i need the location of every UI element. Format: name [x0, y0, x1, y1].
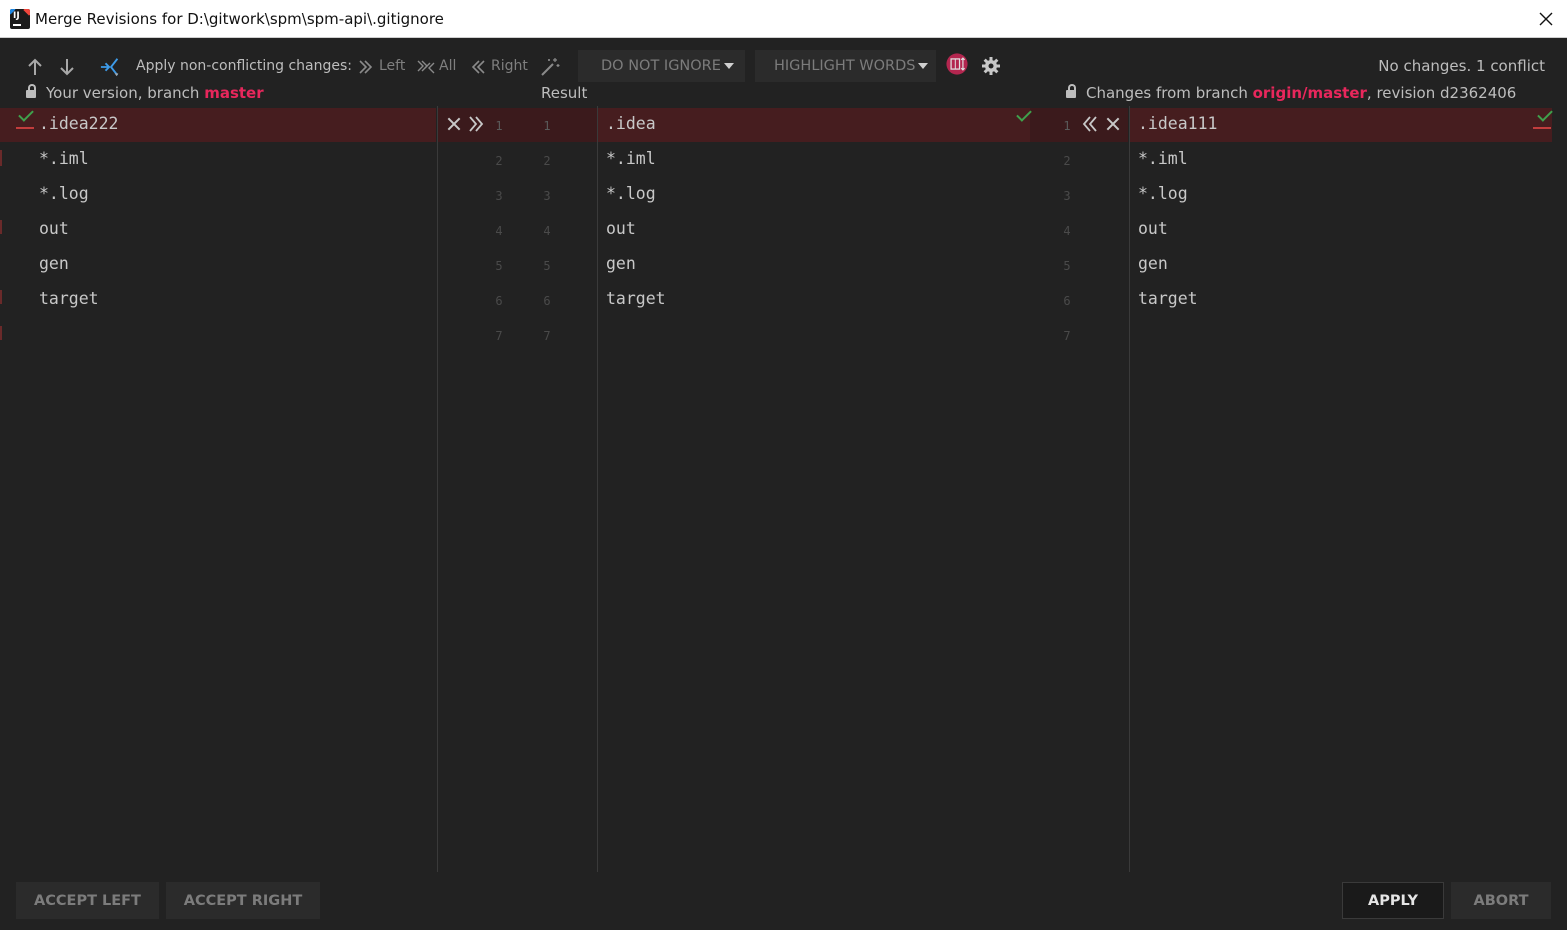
close-icon — [1539, 12, 1553, 26]
next-difference-arrow-down-icon[interactable] — [58, 56, 76, 78]
left-pane-header: Your version, branch master — [26, 84, 264, 102]
line-number: 1 — [1063, 119, 1071, 133]
apply-non-conflicting-label: Apply non-conflicting changes: — [136, 58, 353, 74]
window-title: Merge Revisions for D:\gitwork\spm\spm-a… — [35, 10, 444, 28]
code-line: *.log — [1138, 184, 1188, 203]
ignore-whitespace-dropdown[interactable]: DO NOT IGNORE — [578, 50, 745, 82]
line-number: 5 — [1063, 259, 1071, 273]
line-number: 6 — [495, 294, 503, 308]
left-branch-name: master — [204, 84, 264, 102]
right-pane-header: Changes from branch origin/master, revis… — [1066, 84, 1516, 102]
apply-button[interactable]: APPLY — [1342, 882, 1444, 919]
line-number: 4 — [495, 224, 503, 238]
line-number: 7 — [1063, 329, 1071, 343]
sync-scroll-toggle-icon[interactable] — [944, 53, 970, 75]
right-revision-text: , revision d2362406 — [1366, 84, 1517, 102]
intellij-app-icon: IJ — [10, 9, 30, 29]
result-pane-header: Result — [541, 84, 588, 102]
line-number: 1 — [543, 119, 551, 133]
line-number: 3 — [1063, 189, 1071, 203]
line-number: 4 — [543, 224, 551, 238]
line-number: 6 — [543, 294, 551, 308]
ignore-whitespace-value: DO NOT IGNORE — [601, 58, 721, 74]
accept-right-button[interactable]: ACCEPT RIGHT — [166, 882, 320, 919]
dropdown-arrow-icon — [918, 63, 929, 69]
left-gutter-conflict-highlight — [438, 108, 597, 142]
dropdown-arrow-icon — [723, 63, 734, 69]
accept-left-button[interactable]: ACCEPT LEFT — [16, 882, 159, 919]
highlight-words-dropdown[interactable]: HIGHLIGHT WORDS — [755, 50, 936, 82]
code-line: target — [606, 289, 666, 308]
line-number: 2 — [543, 154, 551, 168]
code-line: gen — [39, 254, 69, 273]
left-header-text: Your version, branch — [46, 84, 205, 102]
magic-resolve-wand-icon[interactable] — [539, 56, 561, 78]
line-number: 3 — [543, 189, 551, 203]
code-line: target — [1138, 289, 1198, 308]
code-line: out — [606, 219, 636, 238]
accept-right-double-chevron-icon[interactable] — [1081, 115, 1099, 133]
ignore-right-change-x-icon[interactable] — [1106, 117, 1120, 131]
line-number: 7 — [495, 329, 503, 343]
code-line: gen — [1138, 254, 1168, 273]
code-line: gen — [606, 254, 636, 273]
code-line: .idea111 — [1138, 114, 1218, 133]
lock-icon — [1066, 84, 1076, 98]
abort-button[interactable]: ABORT — [1451, 882, 1551, 919]
line-number: 5 — [495, 259, 503, 273]
line-number: 1 — [495, 119, 503, 133]
line-number: 2 — [1063, 154, 1071, 168]
line-number: 2 — [495, 154, 503, 168]
title-bar: IJ Merge Revisions for D:\gitwork\spm\sp… — [0, 0, 1567, 38]
code-line: *.iml — [1138, 149, 1188, 168]
apply-all-arrows-icon — [417, 60, 435, 74]
code-line: *.log — [39, 184, 89, 203]
right-branch-name: origin/master — [1252, 84, 1367, 102]
code-line: .idea — [606, 114, 656, 133]
code-line: out — [39, 219, 69, 238]
apply-all-label: All — [439, 58, 457, 74]
left-editor-pane[interactable]: .idea222 *.iml *.log out gen target — [0, 106, 437, 872]
code-line: target — [39, 289, 99, 308]
double-chevron-left-icon — [471, 60, 485, 74]
close-window-button[interactable] — [1535, 8, 1557, 30]
right-header-text: Changes from branch — [1086, 84, 1253, 102]
change-marker — [1533, 127, 1551, 129]
apply-left-label: Left — [379, 58, 406, 74]
apply-non-conflicting-icon[interactable] — [98, 56, 124, 78]
highlight-words-value: HIGHLIGHT WORDS — [774, 58, 916, 74]
code-line: .idea222 — [39, 114, 119, 133]
code-line: *.log — [606, 184, 656, 203]
code-line: *.iml — [39, 149, 89, 168]
left-divider — [437, 106, 438, 872]
ignore-left-change-x-icon[interactable] — [447, 117, 461, 131]
lock-icon — [26, 84, 36, 98]
line-number: 3 — [495, 189, 503, 203]
line-number: 4 — [1063, 224, 1071, 238]
code-line: out — [1138, 219, 1168, 238]
accept-left-double-chevron-icon[interactable] — [467, 115, 485, 133]
line-number: 5 — [543, 259, 551, 273]
line-number: 6 — [1063, 294, 1071, 308]
right-editor-pane[interactable]: .idea111 *.iml *.log out gen target — [1130, 106, 1567, 872]
settings-gear-icon[interactable] — [980, 55, 1002, 77]
line-number: 7 — [543, 329, 551, 343]
result-editor-pane[interactable]: .idea *.iml *.log out gen target — [598, 106, 1030, 872]
previous-difference-arrow-up-icon[interactable] — [26, 56, 44, 78]
merge-status-text: No changes. 1 conflict — [1378, 57, 1545, 75]
apply-right-label: Right — [491, 58, 528, 74]
double-chevron-right-icon — [359, 60, 373, 74]
code-line: *.iml — [606, 149, 656, 168]
